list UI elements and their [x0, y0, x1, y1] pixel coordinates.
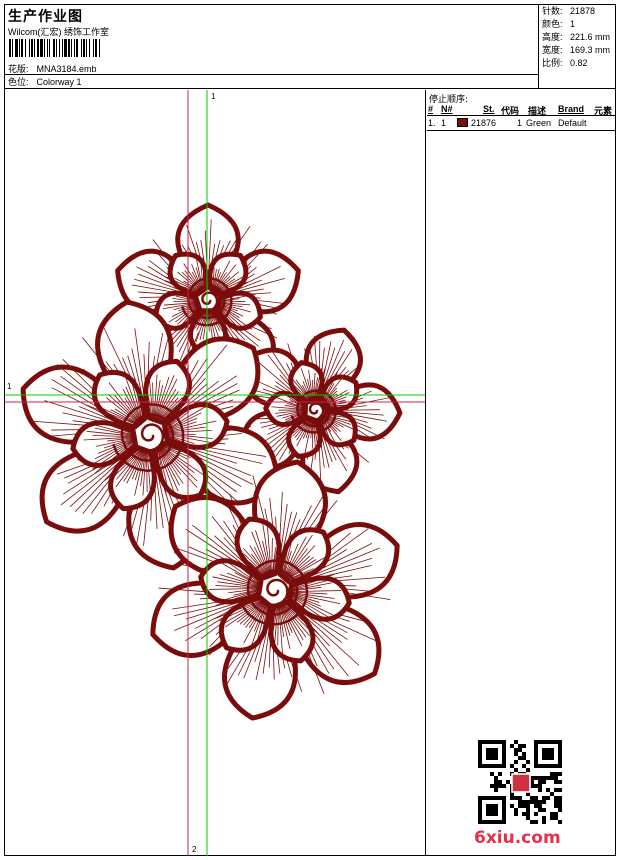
qr-code-icon: [478, 740, 562, 824]
colorway-row: 色位: Colorway 1: [8, 75, 82, 88]
colorway-value: Colorway 1: [37, 77, 82, 87]
col-num: N#: [441, 104, 453, 114]
stop-sequence-header: # N# St. 代码 描述 Brand 元素: [427, 103, 615, 116]
guide-label-bottom: 2: [192, 845, 196, 854]
stat-scale: 比例: 0.82: [540, 57, 615, 70]
studio-name: Wilcom(汇宏) 绣饰工作室: [8, 25, 109, 38]
design-preview: 1 2 1: [5, 90, 426, 856]
stat-width: 宽度: 169.3 mm: [540, 44, 615, 57]
embroidery-design: [5, 90, 426, 856]
col-desc: 描述: [528, 104, 546, 117]
col-code: 代码: [501, 104, 519, 117]
stop-sequence-title: 停止顺序:: [427, 90, 615, 103]
stat-stitches: 针数: 21878: [540, 5, 615, 18]
col-brand: Brand: [558, 104, 584, 114]
table-row: 1. 1 21876 1 Green Default: [427, 117, 615, 131]
header-info-panel: 生产作业图 Wilcom(汇宏) 绣饰工作室 花版: MNA3184.emb 色…: [5, 5, 539, 89]
page-title: 生产作业图: [8, 6, 83, 26]
flower-motif: [23, 205, 400, 718]
watermark-logo: 6xiu.com: [474, 828, 561, 848]
stat-colors: 颜色: 1: [540, 18, 615, 31]
thread-color-swatch: [457, 118, 468, 127]
barcode: [9, 39, 147, 57]
col-element: 元素: [594, 104, 612, 117]
guide-label-left: 1: [7, 382, 11, 391]
header-divider: [5, 74, 539, 75]
pattern-value: MNA3184.emb: [37, 64, 97, 74]
stats-panel: 针数: 21878 颜色: 1 高度: 221.6 mm 宽度: 169.3 mm 比例…: [540, 5, 615, 89]
col-index: #: [428, 104, 433, 114]
col-stitches: St.: [483, 104, 495, 114]
worksheet-header: 生产作业图 Wilcom(汇宏) 绣饰工作室 花版: MNA3184.emb 色…: [5, 5, 615, 89]
stat-height: 高度: 221.6 mm: [540, 31, 615, 44]
production-worksheet: 生产作业图 Wilcom(汇宏) 绣饰工作室 花版: MNA3184.emb 色…: [4, 4, 616, 856]
colorway-label: 色位:: [8, 75, 34, 88]
guide-label-top: 1: [211, 92, 215, 101]
